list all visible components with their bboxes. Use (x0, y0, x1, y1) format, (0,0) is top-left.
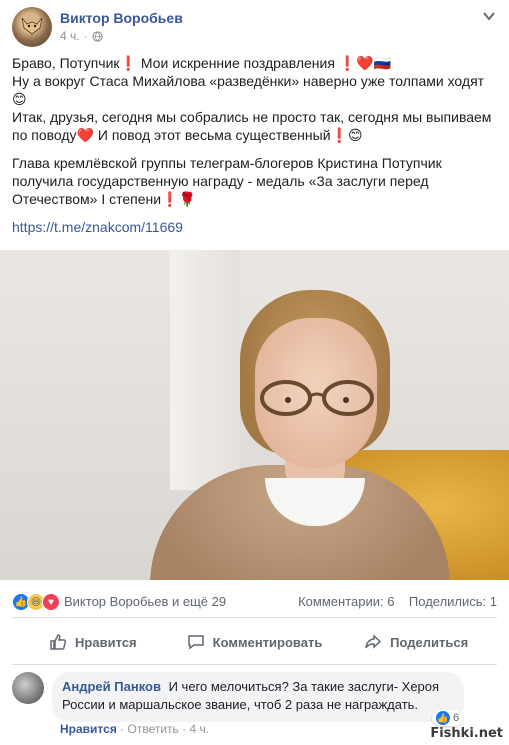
post-time[interactable]: 4 ч. (60, 29, 80, 43)
author-avatar[interactable] (12, 7, 52, 47)
fox-icon (21, 17, 43, 35)
divider (12, 664, 497, 665)
comment-author[interactable]: Андрей Панков (62, 679, 161, 694)
like-reaction-icon: 👍 (436, 711, 450, 725)
comment-button[interactable]: Комментировать (174, 622, 336, 662)
post-line: Ну а вокруг Стаса Михайлова «разведёнки»… (12, 73, 485, 107)
post-photo[interactable] (0, 250, 509, 580)
comment-label: Комментировать (212, 634, 323, 650)
post-meta: 4 ч. · (60, 29, 103, 43)
love-reaction-icon: ♥ (42, 593, 60, 611)
photo-wall-panel (170, 250, 240, 490)
comments-count[interactable]: Комментарии: 6 (298, 594, 394, 609)
comment-reaction-count: 6 (453, 712, 460, 724)
post-line: Браво, Потупчик❗ Мои искренние поздравле… (12, 55, 392, 71)
comment-item: Андрей Панков И чего мелочиться? За таки… (12, 672, 497, 742)
chevron-down-icon[interactable] (481, 9, 497, 23)
thumbs-up-icon (50, 634, 67, 650)
post-author[interactable]: Виктор Воробьев (60, 10, 183, 26)
reaction-icons[interactable]: 👍 😆 ♥ (12, 593, 60, 611)
comment-time[interactable]: 4 ч. (190, 722, 210, 736)
post-line: Итак, друзья, сегодня мы собрались не пр… (12, 109, 492, 143)
like-label: Нравится (75, 634, 137, 650)
comment-actions: Нравится · Ответить · 4 ч. (60, 722, 209, 736)
comment-like-link[interactable]: Нравится (60, 722, 117, 736)
reaction-counts: Комментарии: 6 Поделились: 1 (298, 594, 497, 609)
watermark: Fishki.net (430, 726, 503, 741)
shares-count[interactable]: Поделились: 1 (409, 594, 497, 609)
comment-reactions[interactable]: 👍 6 (432, 710, 464, 726)
glasses-icon (260, 380, 374, 416)
divider (12, 617, 497, 618)
facebook-post: Виктор Воробьев 4 ч. · Браво, Потупчик❗ … (0, 0, 509, 745)
speech-bubble-icon (187, 635, 204, 650)
like-button[interactable]: Нравится (12, 622, 174, 662)
share-arrow-icon (365, 634, 382, 649)
comment-bubble: Андрей Панков И чего мелочиться? За таки… (52, 672, 464, 722)
post-paragraph: Глава кремлёвской группы телеграм-блогер… (12, 155, 442, 207)
reactions-bar: 👍 😆 ♥ Виктор Воробьев и ещё 29 Комментар… (12, 592, 497, 612)
separator-dot: · (83, 29, 88, 43)
post-header: Виктор Воробьев 4 ч. · (12, 7, 497, 47)
globe-icon (91, 30, 103, 42)
share-label: Поделиться (390, 634, 469, 650)
post-actions: Нравится Комментировать Поделиться (12, 622, 497, 662)
post-link[interactable]: https://t.me/znakcom/11669 (12, 218, 497, 236)
commenter-avatar[interactable] (12, 672, 44, 704)
comment-reply-link[interactable]: Ответить (128, 722, 179, 736)
separator-dot: · (120, 722, 128, 736)
reaction-names[interactable]: Виктор Воробьев и ещё 29 (64, 594, 226, 609)
share-button[interactable]: Поделиться (335, 622, 497, 662)
separator-dot: · (182, 722, 190, 736)
post-text: Браво, Потупчик❗ Мои искренние поздравле… (12, 54, 497, 236)
